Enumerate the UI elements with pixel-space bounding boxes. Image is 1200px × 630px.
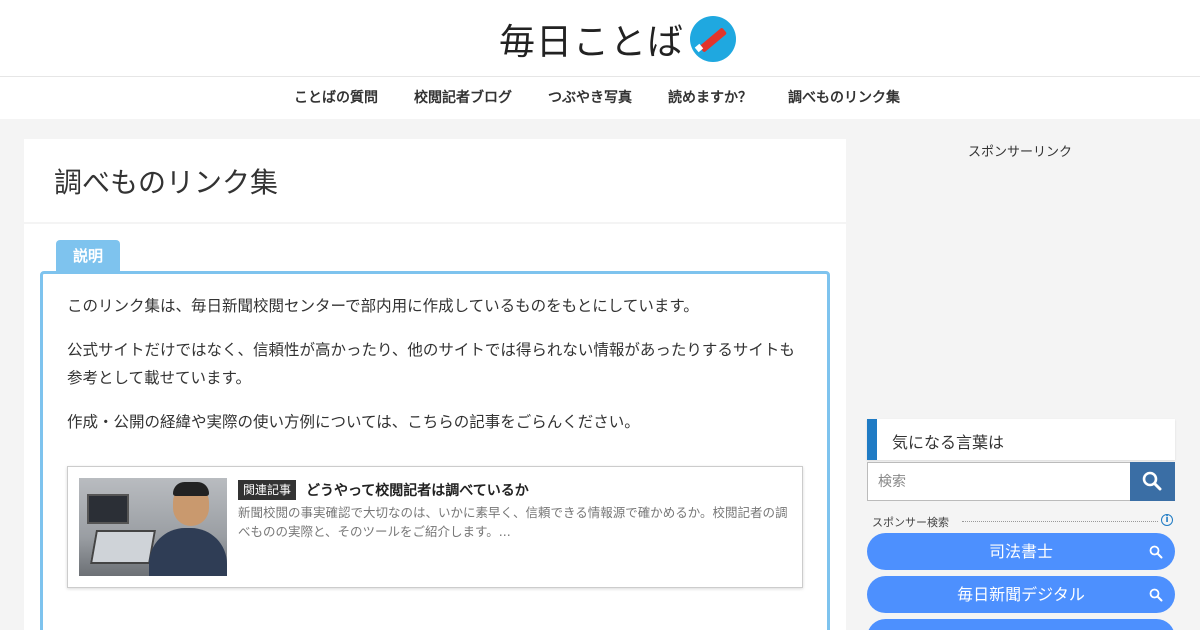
- widget-header: 気になる言葉は: [867, 419, 1175, 460]
- pen-circle-icon: [690, 16, 737, 62]
- search-icon: [1142, 471, 1162, 491]
- related-article-badge: 関連記事: [238, 480, 297, 500]
- page-title: 調べものリンク集: [54, 166, 279, 199]
- site-title[interactable]: 毎日ことば: [499, 13, 684, 65]
- info-paragraph: 公式サイトだけではなく、信頼性が高かったり、他のサイトでは得られない情報があった…: [67, 341, 795, 387]
- info-paragraph: このリンク集は、毎日新聞校閲センターで部内用に作成しているものをもとにしています…: [67, 297, 699, 315]
- info-box: このリンク集は、毎日新聞校閲センターで部内用に作成しているものをもとにしています…: [40, 271, 830, 630]
- sponsor-search-header: スポンサー検索 i: [872, 514, 1173, 530]
- related-article-card[interactable]: 関連記事 どうやって校閲記者は調べているか 新聞校閲の事実確認で大切なのは、いか…: [67, 466, 803, 588]
- nav-item-photos[interactable]: つぶやき写真: [530, 77, 650, 120]
- nav-item-reading-quiz[interactable]: 読めますか？: [650, 77, 770, 120]
- site-header: 毎日ことば: [0, 0, 1200, 76]
- global-nav: ことばの質問 校閲記者ブログ つぶやき写真 読めますか？ 調べものリンク集: [0, 76, 1200, 119]
- page-title-box: 調べものリンク集: [24, 139, 846, 222]
- related-article-snippet: 新聞校閲の事実確認で大切なのは、いかに素早く、信頼できる情報源で確かめるか。校閲…: [238, 505, 788, 539]
- widget-title: 気になる言葉は: [892, 433, 1005, 452]
- info-icon[interactable]: i: [1161, 514, 1173, 526]
- sponsor-search-link-shiho-shoshi[interactable]: 司法書士: [867, 533, 1175, 570]
- sponsor-search-link-mainichi-digital[interactable]: 毎日新聞デジタル: [867, 576, 1175, 613]
- search-input[interactable]: [867, 462, 1131, 501]
- article-thumbnail[interactable]: [79, 478, 227, 576]
- nav-item-questions[interactable]: ことばの質問: [276, 77, 396, 120]
- info-box-tab: 説明: [56, 240, 120, 273]
- sponsor-search-link-label: 毎日新聞デジタル: [957, 585, 1085, 604]
- nav-list: ことばの質問 校閲記者ブログ つぶやき写真 読めますか？ 調べものリンク集: [276, 77, 918, 120]
- divider: [962, 521, 1158, 522]
- nav-item-link-collection[interactable]: 調べものリンク集: [770, 77, 918, 120]
- search-icon: [1149, 588, 1163, 602]
- search-form: [867, 462, 1175, 501]
- search-icon: [1149, 545, 1163, 559]
- sponsor-search-link-partial[interactable]: [867, 619, 1175, 630]
- info-paragraph: 作成・公開の経緯や実際の使い方例については、こちらの記事をごらんください。: [67, 413, 640, 431]
- sponsor-search-label: スポンサー検索: [872, 514, 953, 530]
- site-logo[interactable]: 毎日ことば: [499, 13, 737, 65]
- sponsor-search-link-label: 司法書士: [988, 542, 1053, 561]
- search-button[interactable]: [1130, 462, 1175, 501]
- sponsor-link-label: スポンサーリンク: [968, 145, 1073, 160]
- related-article-title[interactable]: どうやって校閲記者は調べているか: [306, 480, 529, 500]
- nav-item-blog[interactable]: 校閲記者ブログ: [396, 77, 530, 120]
